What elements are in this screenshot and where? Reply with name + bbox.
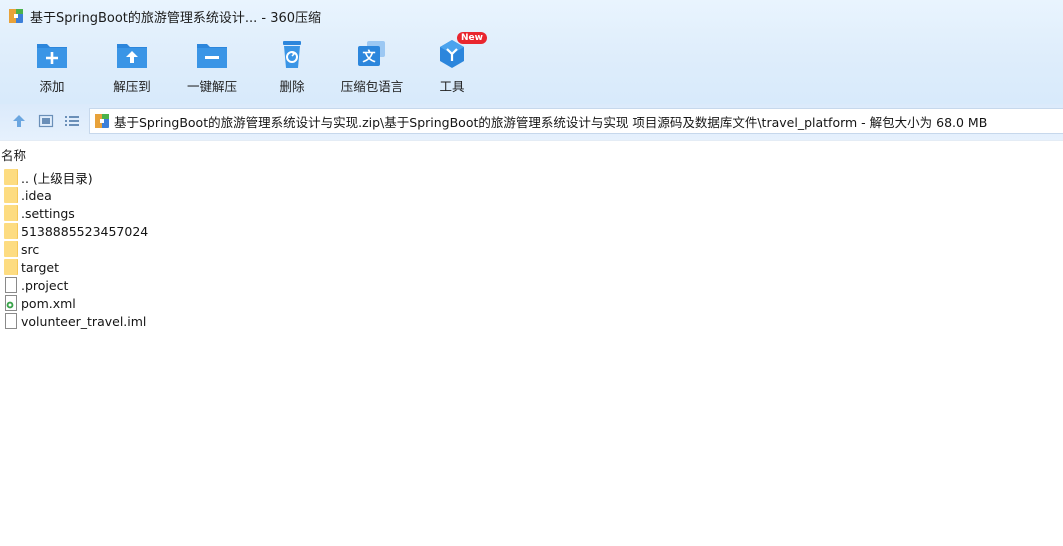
file-list: .. (上级目录) .idea .settings 51388855234570… <box>0 168 1063 330</box>
folder-extract-icon <box>115 38 149 70</box>
window-title: 基于SpringBoot的旅游管理系统设计... - 360压缩 <box>30 10 322 26</box>
file-name: 5138885523457024 <box>21 223 149 239</box>
archive-language-label: 压缩包语言 <box>340 79 404 94</box>
navigation-bar: 基于SpringBoot的旅游管理系统设计与实现.zip\基于SpringBoo… <box>0 104 1063 141</box>
recycle-bin-icon <box>275 38 309 70</box>
extract-to-label: 解压到 <box>113 79 151 94</box>
file-name: volunteer_travel.iml <box>21 313 147 329</box>
list-view-button[interactable] <box>63 112 81 130</box>
thumbnail-view-icon <box>38 114 54 128</box>
column-header-name[interactable]: 名称 <box>0 146 1063 166</box>
path-text: 基于SpringBoot的旅游管理系统设计与实现.zip\基于SpringBoo… <box>114 114 988 130</box>
delete-button[interactable]: 删除 <box>252 38 332 100</box>
file-icon <box>5 313 17 329</box>
file-name: pom.xml <box>21 295 76 311</box>
list-item-parent-dir[interactable]: .. (上级目录) <box>0 168 1063 186</box>
file-name: .. (上级目录) <box>21 170 93 186</box>
tools-button[interactable]: New 工具 <box>412 32 492 100</box>
one-click-extract-label: 一键解压 <box>186 79 237 94</box>
xml-file-icon <box>5 295 17 311</box>
path-bar[interactable]: 基于SpringBoot的旅游管理系统设计与实现.zip\基于SpringBoo… <box>89 108 1063 134</box>
file-name: .settings <box>21 205 75 221</box>
extract-to-button[interactable]: 解压到 <box>92 38 172 100</box>
file-name: target <box>21 259 60 275</box>
add-button[interactable]: 添加 <box>12 38 92 100</box>
up-button[interactable] <box>10 112 28 130</box>
folder-icon <box>4 241 18 257</box>
svg-text:文: 文 <box>362 49 376 65</box>
tools-label: 工具 <box>439 79 465 94</box>
folder-icon <box>4 259 18 275</box>
one-click-extract-button[interactable]: 一键解压 <box>172 38 252 100</box>
add-label: 添加 <box>39 79 65 94</box>
list-item-settings[interactable]: .settings <box>0 204 1063 222</box>
new-badge: New <box>457 32 487 44</box>
delete-label: 删除 <box>279 79 305 94</box>
thumbnail-view-button[interactable] <box>37 112 55 130</box>
list-item-pom[interactable]: pom.xml <box>0 294 1063 312</box>
folder-icon <box>4 169 18 185</box>
file-name: .project <box>21 277 69 293</box>
folder-add-icon <box>35 38 69 70</box>
archive-language-button[interactable]: 文 压缩包语言 <box>332 38 412 100</box>
language-icon: 文 <box>355 38 389 70</box>
list-item-project[interactable]: .project <box>0 276 1063 294</box>
file-icon <box>5 277 17 293</box>
title-bar: 基于SpringBoot的旅游管理系统设计... - 360压缩 <box>0 0 1063 32</box>
file-name: .idea <box>21 187 52 203</box>
archive-app-icon <box>8 8 24 24</box>
arrow-up-icon <box>13 115 25 127</box>
file-name: src <box>21 241 40 257</box>
top-toolbar-area: 基于SpringBoot的旅游管理系统设计... - 360压缩 添加 解压到 … <box>0 0 1063 104</box>
list-item-numbered-folder[interactable]: 5138885523457024 <box>0 222 1063 240</box>
list-view-icon <box>65 116 79 126</box>
list-item-target[interactable]: target <box>0 258 1063 276</box>
list-item-src[interactable]: src <box>0 240 1063 258</box>
list-item-idea[interactable]: .idea <box>0 186 1063 204</box>
folder-oneclick-icon <box>195 38 229 70</box>
main-toolbar: 添加 解压到 一键解压 删除 文 压缩包语言 New 工具 <box>12 32 492 100</box>
folder-icon <box>4 187 18 203</box>
list-item-iml[interactable]: volunteer_travel.iml <box>0 312 1063 330</box>
folder-icon <box>4 205 18 221</box>
archive-path-icon <box>94 113 110 129</box>
folder-icon <box>4 223 18 239</box>
